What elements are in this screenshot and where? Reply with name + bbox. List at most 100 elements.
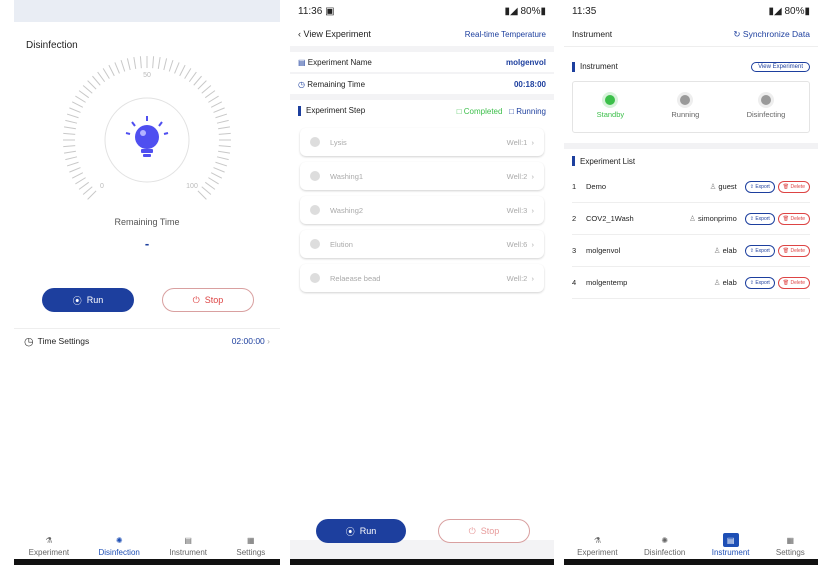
step-item[interactable]: Lysis Well:1 › <box>300 128 544 156</box>
dial-tick <box>78 90 90 99</box>
experiment-user: guest <box>718 182 737 191</box>
tab-settings[interactable]: ▦ Settings <box>776 533 805 558</box>
step-item[interactable]: Relaease bead Well:2 › <box>300 264 544 292</box>
user-icon: ♙ <box>713 246 721 255</box>
instrument-icon: ▤ <box>722 533 739 547</box>
dial-tick <box>66 161 79 167</box>
chevron-right-icon: › <box>531 273 535 283</box>
experiment-row[interactable]: 4 molgentemp ♙ elab ⇪ Export 🗑 Delete <box>572 267 810 299</box>
system-nav-bar <box>564 559 818 565</box>
time-settings-row[interactable]: ◷ Time Settings 02:00:00 › <box>14 328 280 353</box>
dial-tick <box>157 56 161 69</box>
flask-icon: ⚗ <box>593 535 601 545</box>
experiment-user: elab <box>722 278 737 287</box>
step-name: Washing2 <box>330 205 364 215</box>
grid-icon: ▦ <box>247 535 255 545</box>
experiment-name: Demo <box>586 182 607 191</box>
dial-tick <box>204 181 216 190</box>
dial-tick <box>126 58 131 71</box>
step-well: Well:3 <box>506 205 528 215</box>
dial-tick <box>216 119 229 124</box>
dial-tick <box>215 113 228 119</box>
lamp-icon: ✺ <box>661 535 669 545</box>
upload-icon: ⇪ <box>749 215 754 222</box>
step-item[interactable]: Washing2 Well:3 › <box>300 196 544 224</box>
delete-button[interactable]: 🗑 Delete <box>777 212 810 225</box>
system-nav-bar <box>14 559 280 565</box>
instrument-card: Instrument View Experiment Standby Runni… <box>564 59 818 133</box>
export-button[interactable]: ⇪ Export <box>744 276 775 289</box>
dial-tick <box>163 58 168 71</box>
tab-experiment[interactable]: ⚗ Experiment <box>577 533 617 558</box>
run-button[interactable]: ⦿ Run <box>42 288 134 312</box>
step-item[interactable]: Elution Well:6 › <box>300 230 544 258</box>
stop-button[interactable]: ⏻ Stop <box>438 519 530 543</box>
export-button[interactable]: ⇪ Export <box>744 212 775 225</box>
time-settings-value: 02:00:00 <box>231 336 265 346</box>
upload-icon: ⇪ <box>749 279 754 286</box>
synchronize-data-button[interactable]: ↻ Synchronize Data <box>733 29 810 40</box>
bottom-tab-bar: ⚗ Experiment ✺ Disinfection ▤ Instrument… <box>564 531 818 557</box>
realtime-temperature-link[interactable]: Real-time Temperature <box>465 30 546 39</box>
stop-button[interactable]: ⏻ Stop <box>162 288 254 312</box>
view-experiment-button[interactable]: View Experiment <box>751 62 810 72</box>
state-disinfecting: Disinfecting <box>747 95 785 119</box>
dial-tick <box>87 190 97 200</box>
grid-icon: ▦ <box>786 535 795 545</box>
chevron-right-icon: › <box>531 205 535 215</box>
instrument-header: Instrument ↻ Synchronize Data <box>564 22 818 47</box>
step-well: Well:1 <box>506 137 528 147</box>
dial-tick <box>108 64 115 77</box>
experiment-step-section: Experiment Step □ Completed □ Running Ly… <box>290 100 554 540</box>
chevron-right-icon: › <box>531 171 535 181</box>
experiment-name: COV2_1Wash <box>586 214 634 223</box>
tab-experiment[interactable]: ⚗ Experiment <box>29 533 69 558</box>
dial-label-50: 50 <box>143 72 151 79</box>
dial-tick <box>133 56 137 69</box>
back-button[interactable]: ‹ View Experiment <box>298 29 371 39</box>
trash-icon: 🗑 <box>782 183 790 190</box>
tab-instrument[interactable]: ▤ Instrument <box>712 533 750 557</box>
export-button[interactable]: ⇪ Export <box>744 180 775 193</box>
clock-icon: ◷ <box>24 335 34 348</box>
delete-button[interactable]: 🗑 Delete <box>777 244 810 257</box>
tab-instrument[interactable]: ▤ Instrument <box>169 533 207 558</box>
delete-button[interactable]: 🗑 Delete <box>777 180 810 193</box>
dial-tick <box>213 107 225 113</box>
step-item[interactable]: Washing1 Well:2 › <box>300 162 544 190</box>
user-icon: ♙ <box>689 214 696 223</box>
dial-tick <box>204 90 216 99</box>
tab-disinfection[interactable]: ✺ Disinfection <box>644 533 685 558</box>
tab-disinfection[interactable]: ✺ Disinfection <box>99 533 140 558</box>
dial-tick <box>215 161 228 167</box>
export-button[interactable]: ⇪ Export <box>744 244 775 257</box>
section-marker <box>298 106 301 116</box>
dial-tick <box>63 145 76 148</box>
view-experiment-screen: 11:36 ▣ ▮◢ 80%▮ ‹ View Experiment Real-t… <box>290 0 554 565</box>
remaining-time-value: - <box>144 236 150 251</box>
signal-icon: ▮◢ <box>504 5 518 17</box>
experiment-row[interactable]: 2 COV2_1Wash ♙ simonprimo ⇪ Export 🗑 Delete <box>572 203 810 235</box>
nav-header: ‹ View Experiment Real-time Temperature <box>290 22 554 46</box>
dial-tick <box>210 101 223 108</box>
legend-running: □ Running <box>509 106 546 116</box>
run-button[interactable]: ⦿ Run <box>316 519 406 543</box>
dial-tick <box>75 95 86 103</box>
experiment-row[interactable]: 1 Demo ♙ guest ⇪ Export 🗑 Delete <box>572 171 810 203</box>
experiment-row[interactable]: 3 molgenvol ♙ elab ⇪ Export 🗑 Delete <box>572 235 810 267</box>
dial-tick <box>87 80 97 90</box>
dial-tick <box>69 167 81 173</box>
dial-tick <box>65 156 78 161</box>
bottom-tab-bar: ⚗ Experiment ✺ Disinfection ▤ Instrument… <box>14 531 280 558</box>
signal-icon: ▮◢ <box>768 5 782 17</box>
trash-icon: 🗑 <box>782 247 790 254</box>
dial-tick <box>174 62 180 74</box>
trash-icon: 🗑 <box>782 279 790 286</box>
delete-button[interactable]: 🗑 Delete <box>777 276 810 289</box>
tab-settings[interactable]: ▦ Settings <box>236 533 265 558</box>
dial-tick <box>208 177 219 185</box>
dial-tick <box>168 59 174 72</box>
upload-icon: ⇪ <box>749 183 754 190</box>
section-marker <box>572 62 575 72</box>
dial-tick <box>152 56 155 69</box>
